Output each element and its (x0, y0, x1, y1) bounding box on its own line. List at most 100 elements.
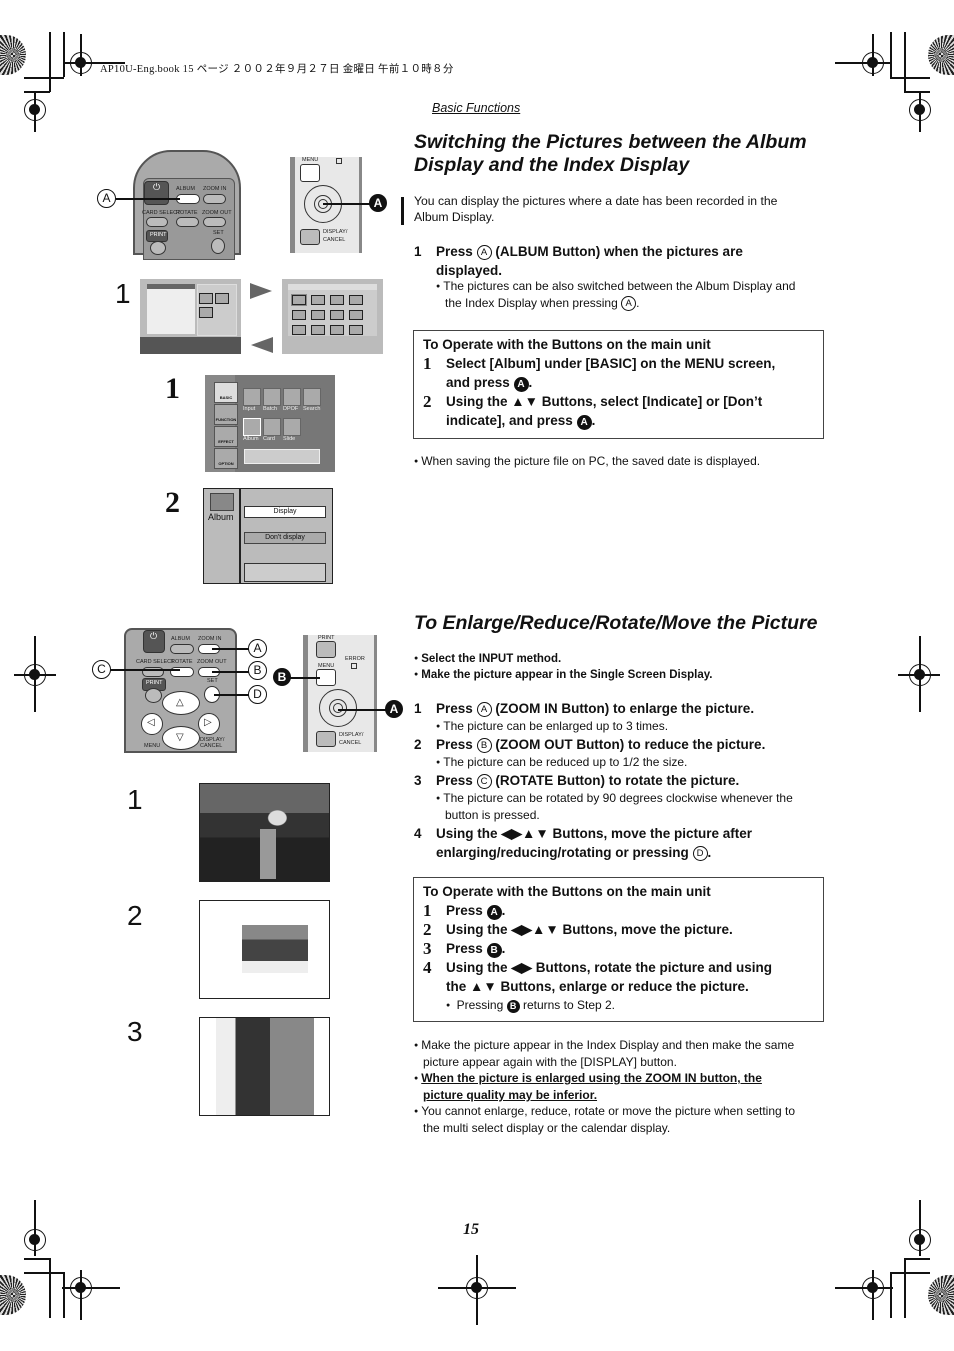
section-tag: Basic Functions (432, 101, 521, 115)
photo-rotated-frame (199, 1017, 330, 1116)
album-button[interactable] (170, 644, 194, 654)
arrow-right-icon (250, 283, 272, 299)
crop-mark (62, 1287, 120, 1289)
index-thumbnail (292, 310, 306, 320)
step-note: The picture can be reduced up to 1/2 the… (414, 754, 834, 771)
punctuation: . (636, 296, 640, 310)
registration-rosette-icon (928, 1275, 954, 1315)
error-label: ERROR (345, 656, 365, 662)
step-text: Select [Album] under [BASIC] on the MENU… (446, 356, 776, 371)
set-button[interactable] (211, 238, 225, 254)
screen-status-bar (140, 337, 241, 354)
crop-mark (63, 32, 65, 77)
box-note: Pressing B returns to Step 2. (446, 997, 615, 1014)
print-round-button[interactable] (150, 241, 166, 255)
menu-icon-label: Slide (283, 436, 296, 442)
menu-icon-slide[interactable] (283, 418, 301, 436)
step-number: 4 (423, 958, 432, 977)
note-text: Pressing (456, 998, 504, 1012)
index-thumbnail (291, 294, 307, 306)
menu-category-function[interactable]: FUNCTION (214, 404, 238, 425)
menu-icon-dpof[interactable] (283, 388, 301, 406)
section1-step1-note: The pictures can be also switched betwee… (436, 278, 836, 311)
album-icon-label: Album (208, 512, 234, 522)
step-number: 1 (414, 701, 422, 716)
indicator-led (336, 158, 342, 164)
print-button-unit[interactable] (316, 641, 336, 658)
zoom-in-button[interactable] (203, 194, 226, 204)
crop-mark (904, 32, 906, 92)
registration-rosette-icon (0, 35, 26, 75)
menu-icon-search[interactable] (303, 388, 321, 406)
crop-mark (835, 1287, 893, 1289)
step-text: the ▲▼ Buttons, enlarge or reduce the pi… (446, 979, 749, 994)
step-text: Using the ▲▼ Buttons, select [Indicate] … (446, 394, 763, 409)
menu-icon-batch[interactable] (263, 388, 281, 406)
set-label: SET (207, 678, 218, 684)
callout-leader (338, 709, 386, 711)
crop-mark (24, 91, 50, 93)
display-cancel-label: DISPLAY/ (339, 732, 364, 738)
figure-step-1: 1 (115, 278, 131, 309)
step-number: 4 (414, 826, 422, 841)
section1-title: Switching the Pictures between the Album… (414, 131, 834, 177)
section2-prereqs: Select the INPUT method. Make the pictur… (414, 651, 712, 683)
display-cancel-button[interactable] (316, 731, 336, 747)
right-arrow-icon: ▷ (204, 717, 212, 728)
menu-category-basic[interactable]: BASIC (214, 382, 238, 403)
option-dont-display[interactable]: Don't display (244, 532, 326, 544)
page-number: 15 (463, 1221, 479, 1238)
crop-mark (872, 1270, 874, 1320)
section2-title: To Enlarge/Reduce/Rotate/Move the Pictur… (414, 612, 818, 634)
filled-letter-icon: B (506, 1000, 520, 1013)
step-text: (ALBUM Button) when the pictures are (495, 244, 743, 259)
display-cancel-label: DISPLAY/ (323, 229, 348, 235)
callout-leader (290, 677, 320, 679)
main-unit-instructions-box: To Operate with the Buttons on the main … (413, 330, 824, 439)
index-thumbnail (292, 325, 306, 335)
menu-category-option[interactable]: OPTION (214, 448, 238, 469)
menu-icon-album[interactable] (243, 418, 261, 436)
menu-icon-card[interactable] (263, 418, 281, 436)
crop-mark (24, 77, 64, 79)
step-text: Press (436, 701, 473, 716)
menu-icon-input[interactable] (243, 388, 261, 406)
zoom-out-button[interactable] (203, 217, 226, 227)
menu-label: MENU (144, 743, 161, 749)
step-number: 3 (414, 773, 422, 788)
photo-rotated (216, 1018, 314, 1115)
crop-mark (835, 62, 890, 64)
arrow-left-icon (251, 337, 273, 353)
menu-button[interactable] (300, 164, 320, 182)
photo-reduced-frame (199, 900, 330, 999)
rotate-button[interactable] (176, 217, 199, 227)
album-display-screen (140, 279, 241, 354)
step-text: enlarging/reducing/rotating or pressing (436, 845, 689, 860)
error-led (351, 663, 357, 669)
menu-category-effect[interactable]: EFFECT (214, 426, 238, 447)
crop-mark (24, 1272, 64, 1274)
registration-rosette-icon (0, 1275, 26, 1315)
section1-intro: You can display the pictures where a dat… (414, 193, 824, 225)
menu-info-box (244, 449, 320, 464)
left-arrow-icon: ◁ (147, 717, 155, 728)
card-select-button[interactable] (146, 217, 168, 227)
print-round-button[interactable] (145, 688, 162, 703)
step-number: 2 (414, 737, 422, 752)
circled-letter-icon: A (621, 296, 637, 311)
section2-step-1: 1 Press A (ZOOM IN Button) to enlarge th… (414, 699, 834, 718)
note-text: returns to Step 2. (522, 998, 616, 1012)
filled-letter-icon: B (486, 943, 502, 958)
step-text: Press (436, 244, 473, 259)
crop-mark (476, 1255, 478, 1325)
print-label: PRINT (146, 680, 163, 686)
callout-a-panel: A (369, 194, 387, 212)
index-thumbnail (330, 310, 344, 320)
filled-letter-icon: A (486, 905, 502, 920)
display-cancel-button[interactable] (300, 229, 320, 245)
option-display[interactable]: Display (244, 506, 326, 518)
filled-letter-icon: A (513, 377, 529, 392)
registration-rosette-icon (928, 35, 954, 75)
step-number: 3 (423, 939, 432, 958)
change-bar (401, 197, 404, 225)
